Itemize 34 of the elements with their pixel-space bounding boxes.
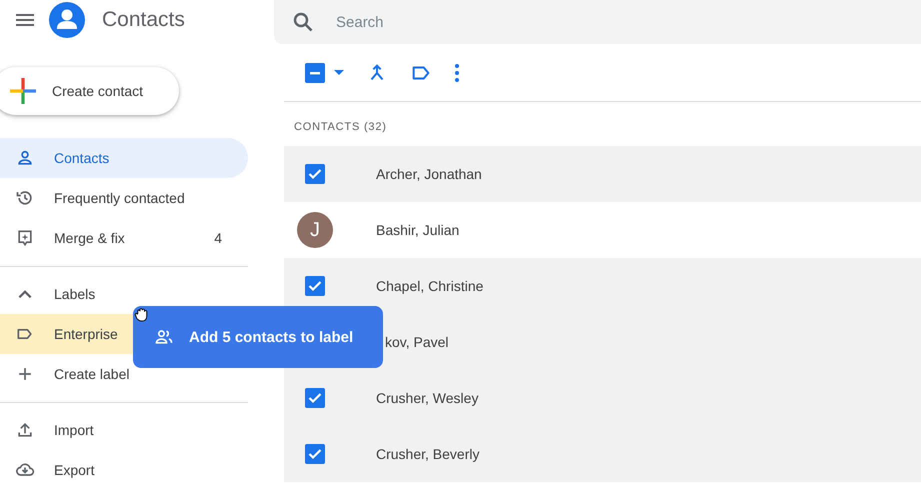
dropdown-caret-icon[interactable] [334, 70, 344, 76]
create-contact-button[interactable]: Create contact [0, 67, 179, 115]
plus-icon [10, 78, 36, 104]
nav-item[interactable]: Export [0, 450, 248, 483]
search-field[interactable]: Search [334, 12, 638, 32]
contact-name: Bashir, Julian [376, 222, 460, 238]
nav-item[interactable]: Merge & fix 4 [0, 218, 248, 258]
nav-item[interactable]: Import [0, 410, 248, 450]
more-icon[interactable] [454, 63, 460, 83]
list-heading: CONTACTS (32) [293, 120, 388, 135]
contact-name: Chapel, Christine [376, 278, 484, 294]
nav-item[interactable]: Frequently contacted [0, 178, 248, 218]
contact-name: Crusher, Wesley [376, 390, 478, 406]
contact-row[interactable]: Chapel, Christine [284, 258, 921, 314]
contact-name: Crusher, Beverly [376, 446, 480, 462]
search-icon [291, 10, 315, 34]
checkbox[interactable] [305, 388, 325, 408]
checkbox[interactable] [305, 444, 325, 464]
contact-name: kov, Pavel [385, 334, 449, 350]
contact-row[interactable]: Crusher, Beverly [284, 426, 921, 482]
labels-header[interactable]: Labels [0, 274, 248, 314]
checkbox[interactable] [305, 276, 325, 296]
contact-row[interactable]: Archer, Jonathan [284, 146, 921, 202]
app-title: Contacts [102, 8, 185, 32]
caret-up-icon [18, 290, 32, 298]
select-all-checkbox[interactable] [305, 63, 325, 83]
contact-row[interactable]: Crusher, Wesley [284, 370, 921, 426]
avatar: J [297, 212, 333, 248]
label-item[interactable]: Create label [0, 354, 248, 394]
checkbox[interactable] [305, 164, 325, 184]
hand-cursor-icon [134, 307, 149, 322]
nav-item[interactable]: Contacts [0, 138, 248, 178]
contact-row[interactable]: J Bashir, Julian [284, 202, 921, 258]
contact-name: Archer, Jonathan [376, 166, 482, 182]
